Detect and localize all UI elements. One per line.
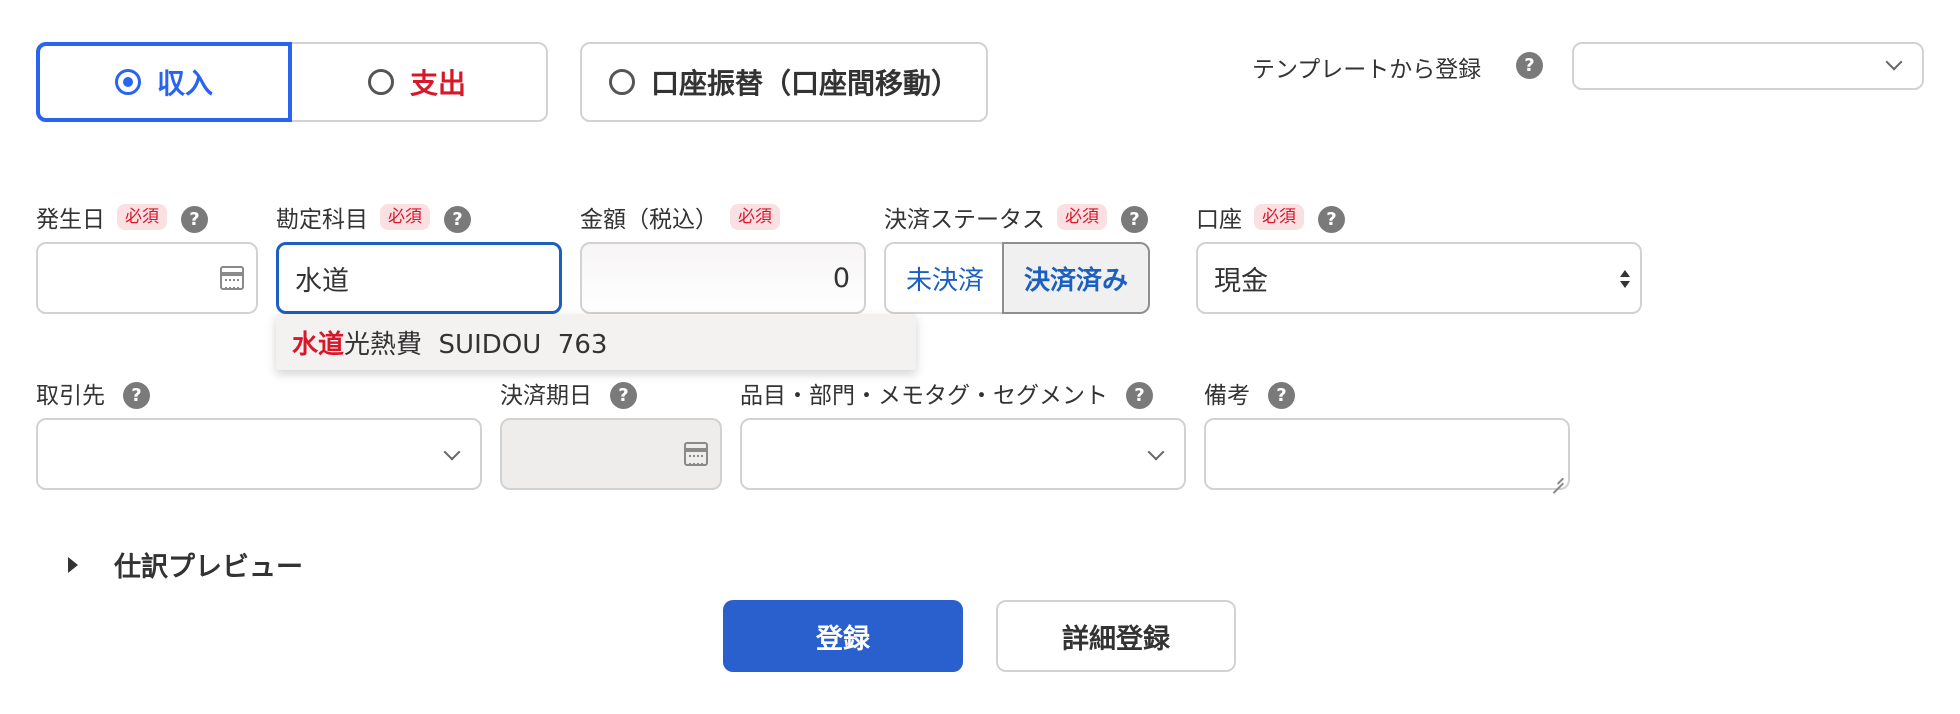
calendar-icon — [684, 442, 708, 466]
income-label: 収入 — [156, 67, 213, 100]
status-unpaid-button[interactable]: 未決済 — [884, 242, 1004, 314]
due-date-input — [500, 418, 722, 490]
due-date-field-label: 決済期日 ? — [500, 376, 637, 410]
journal-preview-label: 仕訳プレビュー — [114, 552, 303, 583]
radio-empty-icon — [367, 69, 394, 95]
template-label-text: テンプレートから登録 — [1252, 57, 1482, 83]
wallet-field-label: 口座 必須 ? — [1196, 200, 1345, 234]
account-item-input[interactable]: 水道 — [276, 242, 562, 314]
amount-label: 金額（税込） — [580, 207, 718, 233]
partner-label: 取引先 — [36, 383, 105, 409]
calendar-icon[interactable] — [220, 266, 244, 290]
status-paid-label: 決済済み — [1023, 265, 1128, 296]
partner-select[interactable] — [36, 418, 482, 490]
detail-register-button[interactable]: 詳細登録 — [996, 600, 1236, 672]
status-unpaid-label: 未決済 — [905, 265, 984, 296]
help-icon[interactable]: ? — [123, 381, 150, 409]
memo-field-label: 備考 ? — [1204, 376, 1295, 410]
required-badge: 必須 — [730, 204, 780, 230]
radio-selected-icon — [114, 69, 141, 95]
chevron-down-icon — [1147, 443, 1165, 461]
expense-label: 支出 — [409, 67, 466, 100]
required-badge: 必須 — [1057, 204, 1107, 230]
date-label: 発生日 — [36, 207, 105, 233]
required-badge: 必須 — [380, 204, 430, 230]
select-arrows-icon — [1620, 270, 1630, 290]
account-item-field-label: 勘定科目 必須 ? — [276, 200, 471, 234]
transfer-label: 口座振替（口座間移動） — [650, 67, 959, 100]
amount-field-label: 金額（税込） 必須 — [580, 200, 794, 234]
help-icon[interactable]: ? — [1126, 381, 1153, 409]
tags-field-label: 品目・部門・メモタグ・セグメント ? — [740, 376, 1153, 410]
help-icon[interactable]: ? — [1318, 205, 1345, 233]
caret-right-icon — [68, 556, 78, 573]
help-icon[interactable]: ? — [1268, 381, 1295, 409]
date-field-label: 発生日 必須 ? — [36, 200, 208, 234]
amount-value: 0 — [832, 262, 850, 294]
help-icon[interactable]: ? — [1516, 52, 1543, 79]
template-label: テンプレートから登録 — [1252, 50, 1481, 84]
account-item-suggestion[interactable]: 水道 光熱費 SUIDOU 763 — [276, 314, 916, 370]
due-date-label: 決済期日 — [500, 383, 592, 409]
status-label: 決済ステータス — [884, 207, 1045, 233]
journal-preview-toggle[interactable]: 仕訳プレビュー — [68, 545, 303, 584]
account-item-value: 水道 — [295, 265, 349, 297]
partner-field-label: 取引先 ? — [36, 376, 150, 410]
wallet-label: 口座 — [1196, 207, 1242, 233]
suggestion-match-text: 水道 — [292, 329, 345, 360]
chevron-down-icon — [1885, 53, 1903, 71]
date-input[interactable] — [36, 242, 258, 314]
submit-button[interactable]: 登録 — [723, 600, 963, 672]
account-item-label: 勘定科目 — [276, 207, 368, 233]
transfer-radio-button[interactable]: 口座振替（口座間移動） — [580, 42, 988, 122]
status-field-label: 決済ステータス 必須 ? — [884, 200, 1148, 234]
help-icon[interactable]: ? — [1121, 205, 1148, 233]
required-badge: 必須 — [117, 204, 167, 230]
status-paid-button[interactable]: 決済済み — [1002, 242, 1150, 314]
tags-select[interactable] — [740, 418, 1186, 490]
expense-radio-button[interactable]: 支出 — [288, 42, 548, 122]
wallet-select[interactable]: 現金 — [1196, 242, 1642, 314]
help-icon[interactable]: ? — [610, 381, 637, 409]
amount-input[interactable]: 0 — [580, 242, 866, 314]
suggestion-rest-text: 光熱費 SUIDOU 763 — [344, 329, 608, 360]
memo-textarea[interactable] — [1204, 418, 1570, 490]
memo-label: 備考 — [1204, 383, 1250, 409]
help-icon[interactable]: ? — [444, 205, 471, 233]
wallet-value: 現金 — [1214, 265, 1268, 297]
template-select[interactable] — [1572, 42, 1924, 90]
help-icon[interactable]: ? — [181, 205, 208, 233]
radio-empty-icon — [608, 69, 635, 95]
income-radio-button[interactable]: 収入 — [36, 42, 292, 122]
tags-label: 品目・部門・メモタグ・セグメント — [740, 383, 1108, 409]
chevron-down-icon — [443, 443, 461, 461]
required-badge: 必須 — [1254, 204, 1304, 230]
resize-handle-icon[interactable] — [1550, 470, 1564, 484]
